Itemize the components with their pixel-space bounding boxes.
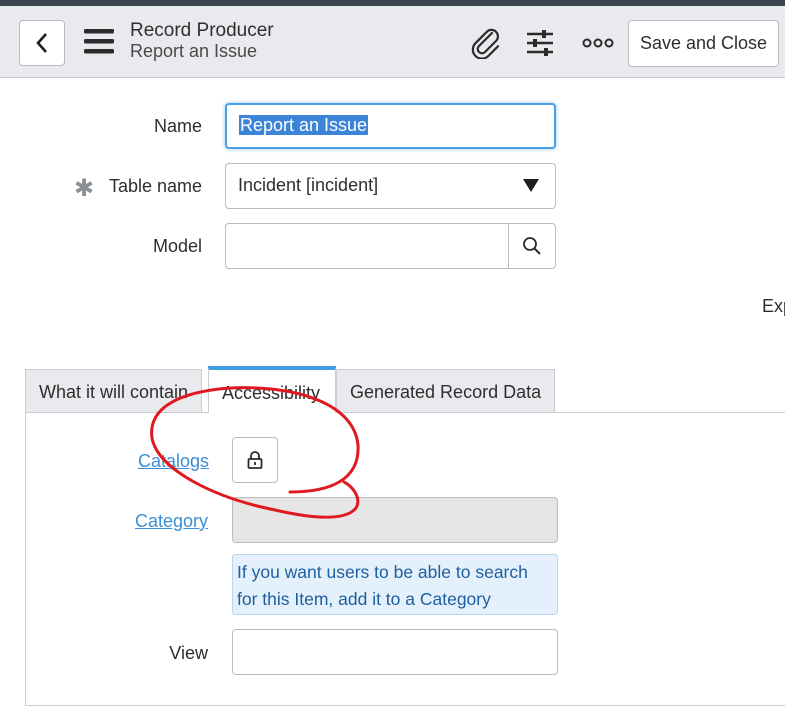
more-icon (582, 38, 614, 48)
view-label: View (169, 643, 208, 663)
lock-icon (247, 451, 263, 469)
search-icon (523, 237, 541, 255)
partial-text: Exp (762, 296, 785, 316)
category-field[interactable] (232, 497, 558, 543)
page-title: Record Producer (130, 20, 274, 41)
title-block: Record Producer Report an Issue (130, 20, 274, 62)
back-button[interactable] (19, 20, 65, 66)
menu-button[interactable] (82, 26, 116, 58)
more-options-button[interactable] (580, 26, 616, 60)
attachment-button[interactable] (468, 26, 504, 60)
view-field[interactable] (232, 629, 558, 675)
name-label: Name (153, 116, 202, 136)
paperclip-icon (471, 28, 500, 59)
back-icon (36, 33, 47, 53)
model-field[interactable] (225, 223, 509, 269)
category-info-message: If you want users to be able to search f… (232, 554, 558, 615)
table-name-select[interactable]: Incident [incident] (225, 163, 556, 209)
tab-what-it-will-contain[interactable]: What it will contain (25, 369, 203, 412)
model-label: Model (152, 236, 202, 256)
page-subtitle: Report an Issue (130, 41, 258, 61)
category-link[interactable]: Category (135, 511, 208, 532)
catalogs-lock-button[interactable] (232, 437, 278, 483)
dropdown-caret-icon (523, 179, 539, 192)
name-value: Report an Issue (239, 115, 369, 135)
name-field[interactable]: Report an Issue (225, 103, 556, 149)
model-lookup-button[interactable] (508, 223, 556, 269)
table-name-label: Table name (108, 176, 202, 196)
form-header: Record Producer Report an Issue Save and… (0, 6, 785, 78)
required-star-icon: ✱ (74, 175, 95, 202)
menu-icon (84, 29, 114, 54)
save-and-close-button[interactable]: Save and Close (628, 20, 779, 67)
tab-generated-record-data[interactable]: Generated Record Data (336, 369, 556, 412)
personalize-button[interactable] (522, 26, 558, 60)
table-name-value: Incident [incident] (238, 175, 379, 195)
settings-sliders-icon (527, 30, 553, 56)
catalogs-link[interactable]: Catalogs (138, 451, 209, 472)
tab-accessibility[interactable]: Accessibility (208, 366, 336, 413)
